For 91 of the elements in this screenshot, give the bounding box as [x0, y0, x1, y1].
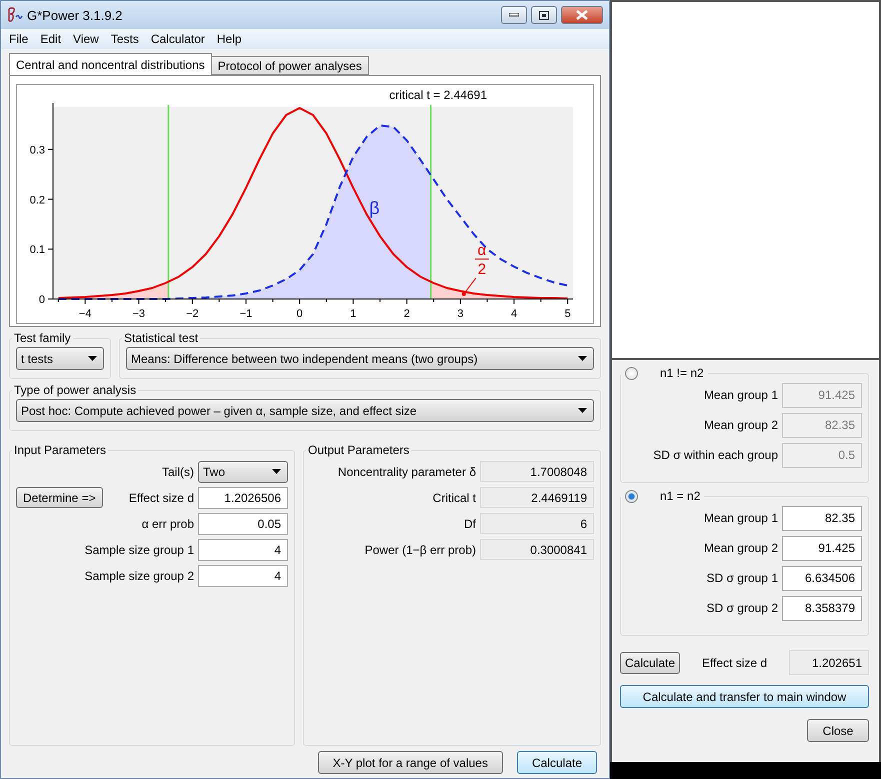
group-label: Test family [13, 331, 72, 345]
x-tick-label: 0 [296, 308, 303, 320]
power-analysis-dropdown[interactable]: Post hoc: Compute achieved power – given α, sample size, and effect size [16, 399, 594, 422]
maximize-icon [539, 10, 549, 20]
y-tick-label: 0.2 [30, 194, 45, 206]
parameter-label: Mean group 2 [704, 418, 778, 432]
output-label: Power (1−β err prob) [364, 542, 476, 556]
parameter-field[interactable]: 82.35 [782, 506, 862, 530]
caret-icon [88, 356, 97, 361]
alpha-label: α [478, 242, 486, 260]
parameter-label: Tail(s) [162, 464, 194, 478]
parameter-label: α err prob [142, 516, 194, 530]
calculate-button[interactable]: Calculate [516, 751, 597, 774]
parameter-label: Effect size d [128, 490, 194, 504]
chart-title: critical t = 2.44691 [389, 88, 487, 102]
menu-item[interactable]: Calculator [144, 32, 211, 46]
x-tick-label: 2 [404, 308, 410, 320]
menu-item[interactable]: Tests [104, 32, 145, 46]
parameter-field[interactable]: 82.35 [782, 412, 862, 438]
determine-button[interactable]: Determine => [16, 487, 103, 508]
group-label: n1 != n2 [660, 366, 704, 380]
parameter-label: Sample size group 2 [84, 568, 194, 582]
minimize-button[interactable] [501, 6, 527, 24]
parameter-field[interactable]: 0.05 [198, 512, 288, 534]
output-label: Critical t [432, 490, 476, 504]
close-dialog-button[interactable]: Close [807, 719, 869, 742]
output-value: 2.4469119 [480, 487, 594, 508]
caret-icon [578, 356, 587, 361]
radio-button[interactable] [625, 366, 638, 380]
group-label: Output Parameters [307, 443, 410, 457]
minimize-icon [509, 13, 519, 17]
maximize-button[interactable] [531, 6, 557, 24]
y-tick-label: 0 [38, 294, 45, 306]
window-title: G*Power 3.1.9.2 [27, 8, 124, 22]
output-label: Df [464, 516, 476, 530]
x-tick-label: −3 [132, 308, 146, 320]
tab[interactable]: Protocol of power analyses [210, 56, 369, 75]
effect-size-value: 1.202651 [789, 650, 869, 675]
parameter-field[interactable]: 8.358379 [782, 596, 862, 620]
denominator-label: 2 [478, 261, 486, 278]
output-value: 1.7008048 [480, 461, 594, 482]
parameter-field[interactable]: 4 [198, 564, 288, 586]
x-tick-label: 4 [510, 308, 518, 320]
parameter-field[interactable]: 6.634506 [782, 566, 862, 590]
test-family-dropdown[interactable]: t tests [16, 347, 104, 370]
parameter-label: Sample size group 1 [84, 542, 194, 556]
y-tick-label: 0.3 [30, 144, 45, 156]
parameter-field[interactable]: 1.2026506 [198, 486, 288, 508]
group-label: n1 = n2 [660, 489, 700, 503]
output-label: Noncentrality parameter δ [338, 464, 476, 478]
menu-item[interactable]: Help [210, 32, 248, 46]
output-value: 0.3000841 [480, 539, 594, 560]
caret-icon [578, 408, 587, 413]
beta-label: β [369, 198, 380, 218]
parameter-label: SD σ within each group [653, 448, 778, 462]
caret-icon [272, 469, 281, 474]
parameter-label: SD σ group 1 [706, 571, 778, 585]
x-tick-label: −1 [240, 308, 252, 320]
radio-button[interactable] [625, 490, 638, 502]
group-label: Input Parameters [13, 443, 108, 457]
effect-size-label: Effect size d [702, 656, 768, 670]
y-tick-label: 0.1 [30, 244, 45, 256]
x-tick-label: 3 [457, 308, 464, 320]
app-icon [7, 7, 23, 23]
group-label: Type of power analysis [13, 383, 138, 397]
parameter-label: Mean group 2 [704, 541, 778, 555]
output-value: 6 [480, 513, 594, 534]
transfer-button[interactable]: Calculate and transfer to main window [620, 685, 869, 708]
x-tick-label: −4 [78, 308, 92, 320]
parameter-field[interactable]: 0.5 [782, 442, 862, 468]
x-tick-label: −2 [186, 308, 199, 320]
menu-item[interactable]: Edit [34, 32, 68, 46]
tails-dropdown[interactable]: Two [198, 460, 288, 482]
close-button[interactable] [561, 6, 603, 24]
statistical-test-dropdown[interactable]: Means: Difference between two independent means (two groups) [126, 347, 594, 370]
tab[interactable]: Central and noncentral distributions [9, 53, 212, 75]
x-tick-label: 1 [350, 308, 356, 320]
close-icon [576, 10, 588, 20]
group-label: Statistical test [123, 331, 200, 345]
parameter-label: Mean group 1 [704, 511, 778, 525]
parameter-label: SD σ group 2 [706, 601, 778, 615]
parameter-field[interactable]: 4 [198, 538, 288, 560]
menu-item[interactable]: View [67, 32, 105, 46]
calculate-button[interactable]: Calculate [620, 652, 680, 674]
leader-line [462, 278, 476, 296]
menu-item[interactable]: File [3, 32, 34, 46]
parameter-field[interactable]: 91.425 [782, 382, 862, 408]
x-tick-label: 5 [564, 308, 571, 320]
parameter-label: Mean group 1 [704, 388, 778, 402]
xy-plot-button[interactable]: X-Y plot for a range of values [318, 751, 503, 774]
parameter-field[interactable]: 91.425 [782, 536, 862, 560]
